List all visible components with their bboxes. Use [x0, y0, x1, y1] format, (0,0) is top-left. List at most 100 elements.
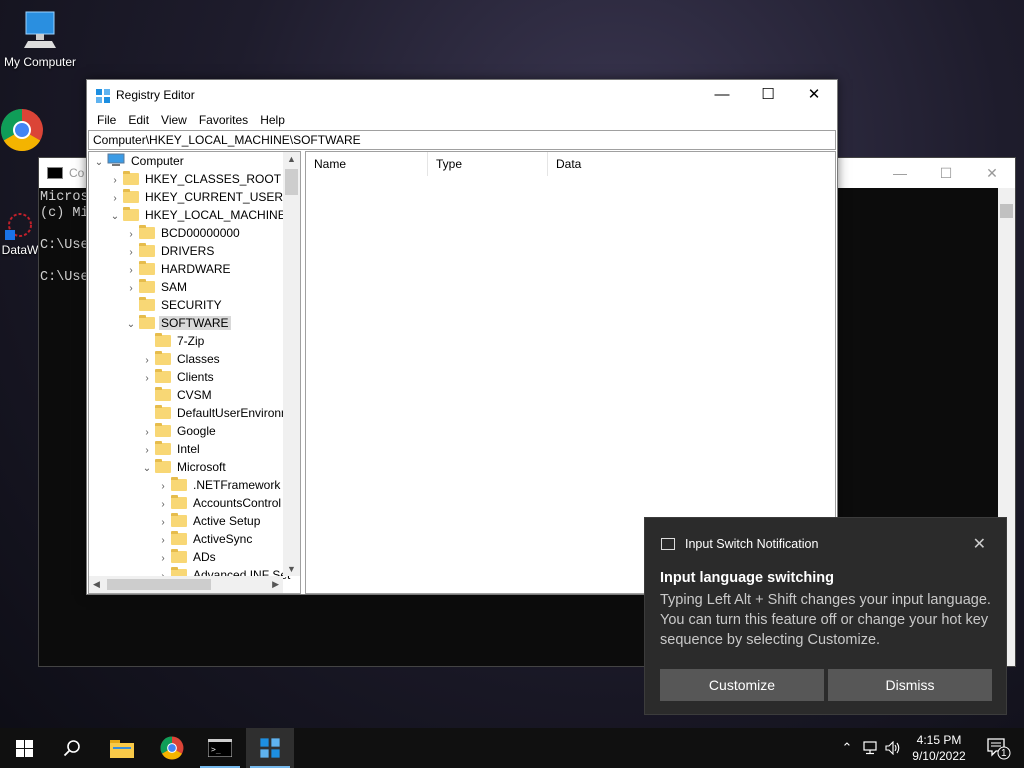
- input-switch-notification[interactable]: Input Switch Notification ✕ Input langua…: [644, 517, 1007, 715]
- menu-favorites[interactable]: Favorites: [193, 110, 254, 130]
- tree-item-label: BCD00000000: [161, 226, 240, 240]
- scroll-down-icon[interactable]: ▼: [287, 564, 296, 574]
- scroll-right-icon[interactable]: ▶: [272, 579, 279, 590]
- dismiss-button[interactable]: Dismiss: [828, 669, 992, 701]
- folder-icon: [139, 243, 155, 257]
- tree-item[interactable]: › HKEY_CLASSES_ROOT: [109, 170, 283, 188]
- folder-icon: [155, 333, 171, 347]
- folder-icon: [155, 423, 171, 437]
- console-line: C:\Use: [40, 238, 89, 253]
- tree-item[interactable]: › HKEY_CURRENT_USER: [109, 188, 285, 206]
- tree-item[interactable]: › Active Setup: [157, 512, 262, 530]
- tree-item[interactable]: › Classes: [141, 350, 222, 368]
- notification-body: Typing Left Alt + Shift changes your inp…: [660, 592, 991, 648]
- tree-item[interactable]: › SAM: [125, 278, 189, 296]
- tree-item-label: Computer: [131, 154, 184, 168]
- action-center-button[interactable]: 1: [978, 728, 1018, 768]
- tree-item[interactable]: › Google: [141, 422, 218, 440]
- desktop-icon-chrome[interactable]: [0, 108, 43, 155]
- desktop-icon-my-computer[interactable]: My Computer: [0, 10, 80, 69]
- scroll-up-icon[interactable]: ▲: [287, 154, 296, 164]
- tree-item[interactable]: › .NETFramework: [157, 476, 282, 494]
- svg-text:>_: >_: [211, 745, 221, 754]
- chevron-down-icon[interactable]: ⌄: [109, 208, 121, 226]
- key-tree[interactable]: ⌄ Computer › HKEY_CLASSES_ROOT › HKEY_CURRENT…: [88, 151, 301, 594]
- registry-editor-icon: [260, 738, 280, 758]
- close-button[interactable]: ✕: [791, 80, 837, 110]
- tree-item[interactable]: › ActiveSync: [157, 530, 254, 548]
- folder-icon: [139, 315, 155, 329]
- tree-item[interactable]: CVSM: [141, 386, 214, 404]
- tree-item[interactable]: › DRIVERS: [125, 242, 216, 260]
- console-maximize-button[interactable]: ☐: [923, 158, 969, 188]
- console-title: Co: [69, 166, 85, 180]
- clock-time: 4:15 PM: [916, 733, 962, 747]
- tree-item[interactable]: SECURITY: [125, 296, 224, 314]
- scroll-thumb[interactable]: [285, 169, 298, 195]
- taskbar-clock[interactable]: 4:15 PM 9/10/2022: [905, 732, 973, 764]
- tree-item-label: Google: [177, 424, 216, 438]
- menu-bar: File Edit View Favorites Help: [87, 110, 837, 130]
- scroll-thumb[interactable]: [107, 579, 211, 590]
- folder-icon: [155, 405, 171, 419]
- chevron-down-icon[interactable]: ⌄: [125, 316, 137, 334]
- tree-item[interactable]: › Clients: [141, 368, 216, 386]
- console-minimize-button[interactable]: —: [877, 158, 923, 188]
- tree-item[interactable]: › BCD00000000: [125, 224, 242, 242]
- tree-item[interactable]: ⌄ Computer: [93, 152, 186, 170]
- desktop-icon-label: DataW: [1, 243, 39, 257]
- folder-icon: [171, 549, 187, 563]
- address-bar[interactable]: Computer\HKEY_LOCAL_MACHINE\SOFTWARE: [88, 130, 836, 150]
- tree-item[interactable]: DefaultUserEnvironn: [141, 404, 290, 422]
- taskbar-registry-editor[interactable]: [246, 728, 294, 768]
- tree-item[interactable]: 7-Zip: [141, 332, 206, 350]
- tree-item-label: HARDWARE: [161, 262, 231, 276]
- taskbar-chrome[interactable]: [148, 728, 196, 768]
- dataw-icon: [5, 213, 32, 240]
- tree-item[interactable]: › AccountsControl: [157, 494, 283, 512]
- customize-button[interactable]: Customize: [660, 669, 824, 701]
- folder-icon: [123, 207, 139, 221]
- folder-icon: [139, 297, 155, 311]
- tree-item[interactable]: › Intel: [141, 440, 202, 458]
- menu-view[interactable]: View: [155, 110, 193, 130]
- taskbar: >_ ⌃ 4:15 PM 9/10/2022 1: [0, 728, 1024, 768]
- folder-icon: [139, 225, 155, 239]
- tree-item-label: 7-Zip: [177, 334, 205, 348]
- console-close-button[interactable]: ✕: [969, 158, 1015, 188]
- console-line: C:\Use: [40, 270, 89, 285]
- tree-item[interactable]: › HARDWARE: [125, 260, 233, 278]
- taskbar-command-prompt[interactable]: >_: [196, 728, 244, 768]
- volume-button[interactable]: [882, 728, 904, 768]
- tree-item[interactable]: › ADs: [157, 548, 218, 566]
- chevron-down-icon[interactable]: ⌄: [141, 460, 153, 478]
- maximize-button[interactable]: ☐: [745, 80, 791, 110]
- menu-file[interactable]: File: [91, 110, 122, 130]
- column-header-type[interactable]: Type: [428, 152, 548, 176]
- menu-edit[interactable]: Edit: [122, 110, 155, 130]
- taskbar-file-explorer[interactable]: [98, 728, 146, 768]
- regedit-titlebar[interactable]: Registry Editor — ☐ ✕: [87, 80, 837, 110]
- tree-vertical-scrollbar[interactable]: ▲ ▼: [283, 152, 300, 576]
- window-title: Registry Editor: [116, 88, 195, 102]
- scroll-left-icon[interactable]: ◀: [93, 579, 100, 590]
- tree-item[interactable]: ⌄ Microsoft: [141, 458, 228, 476]
- start-button[interactable]: [0, 728, 48, 768]
- column-header-data[interactable]: Data: [548, 152, 668, 176]
- show-hidden-icons-button[interactable]: ⌃: [836, 728, 858, 768]
- desktop-icon-dataw[interactable]: DataW: [0, 210, 40, 257]
- chevron-down-icon[interactable]: ⌄: [93, 154, 105, 172]
- tree-item-label: SOFTWARE: [159, 316, 231, 330]
- minimize-button[interactable]: —: [699, 80, 745, 110]
- tree-item[interactable]: ⌄ SOFTWARE: [125, 314, 231, 332]
- column-header-name[interactable]: Name: [306, 152, 428, 176]
- menu-help[interactable]: Help: [254, 110, 291, 130]
- clock-date: 9/10/2022: [912, 749, 966, 763]
- tree-horizontal-scrollbar[interactable]: ◀ ▶: [89, 576, 283, 593]
- network-icon: [863, 741, 877, 755]
- folder-icon: [155, 459, 171, 473]
- network-button[interactable]: [860, 728, 882, 768]
- search-button[interactable]: [48, 728, 96, 768]
- tree-item[interactable]: ⌄ HKEY_LOCAL_MACHINE: [109, 206, 288, 224]
- notification-close-button[interactable]: ✕: [973, 534, 986, 554]
